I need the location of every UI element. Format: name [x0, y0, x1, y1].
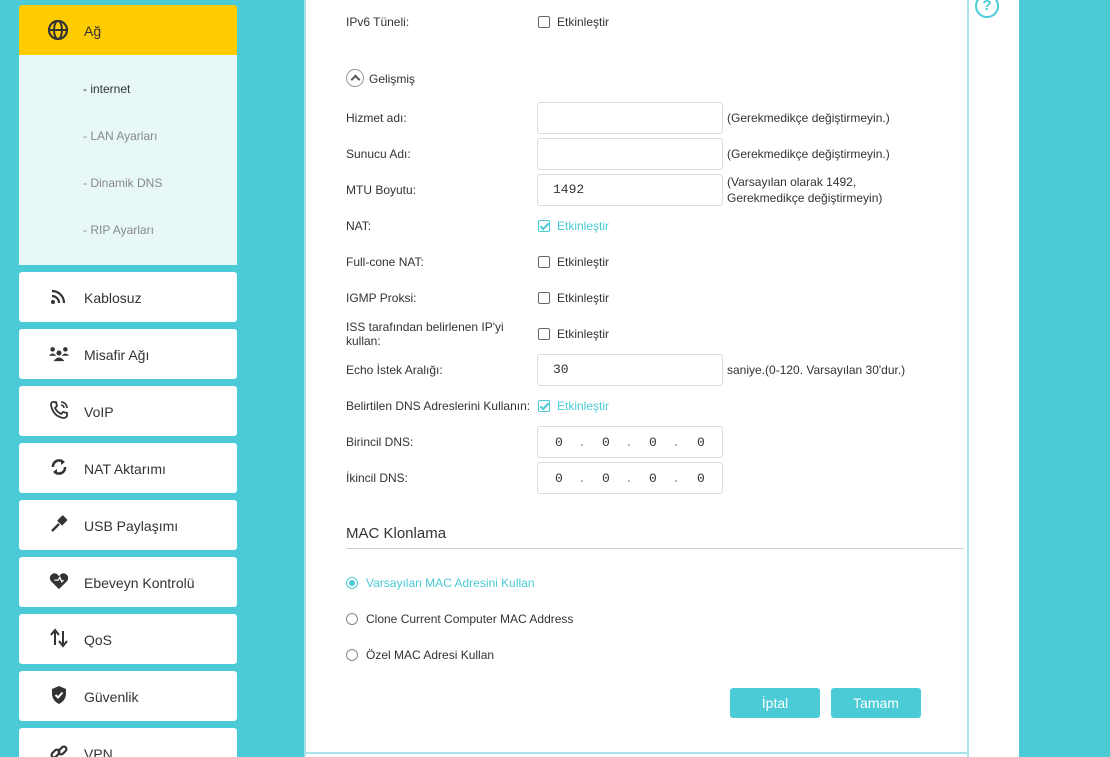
ipv6-tunnel-checkbox[interactable] [538, 16, 550, 28]
mac-clone-title: MAC Klonlama [346, 525, 447, 542]
service-name-hint: (Gerekmedikçe değiştirmeyin.) [727, 111, 890, 125]
link-icon [50, 745, 68, 757]
ipv6-tunnel-option[interactable]: Etkinleştir [557, 15, 609, 29]
mtu-hint-line1: (Varsayılan olarak 1492, [727, 175, 857, 189]
ip-octet[interactable]: 0 [602, 471, 610, 486]
sidebar-item-label: Kablosuz [84, 290, 142, 306]
mtu-hint-line2: Gerekmedikçe değiştirmeyin) [727, 191, 883, 205]
mac-clone-computer-radio[interactable] [346, 613, 358, 625]
panel-divider [304, 752, 969, 754]
sidebar-item-wireless[interactable]: Kablosuz [19, 272, 237, 322]
sidebar-item-usb[interactable]: USB Paylaşımı [19, 500, 237, 550]
use-dns-label: Belirtilen DNS Adreslerini Kullanın: [346, 399, 531, 413]
use-dns-option[interactable]: Etkinleştir [557, 399, 609, 413]
use-dns-checkbox[interactable] [538, 400, 550, 412]
service-name-label: Hizmet adı: [346, 111, 407, 125]
ip-octet[interactable]: 0 [649, 471, 657, 486]
sidebar-item-label: Misafir Ağı [84, 347, 150, 363]
sidebar-item-guest-network[interactable]: Misafir Ağı [19, 329, 237, 379]
nat-label: NAT: [346, 219, 372, 233]
igmp-proxy-checkbox[interactable] [538, 292, 550, 304]
sidebar-item-qos[interactable]: QoS [19, 614, 237, 664]
sidebar-item-network[interactable]: Ağ [19, 5, 237, 55]
sidebar-item-label: VPN [84, 746, 113, 757]
secondary-dns-input[interactable]: 0 . 0 . 0 . 0 [537, 462, 723, 494]
secondary-dns-label: İkincil DNS: [346, 471, 409, 485]
echo-interval-label: Echo İstek Aralığı: [346, 363, 443, 377]
ip-dot: . [672, 435, 680, 450]
sidebar-item-nat-forwarding[interactable]: NAT Aktarımı [19, 443, 237, 493]
shield-icon [52, 686, 66, 704]
mac-clone-computer-label[interactable]: Clone Current Computer MAC Address [366, 612, 573, 626]
server-name-hint: (Gerekmedikçe değiştirmeyin.) [727, 147, 890, 161]
ip-dot: . [578, 435, 586, 450]
ip-octet[interactable]: 0 [649, 435, 657, 450]
igmp-proxy-option[interactable]: Etkinleştir [557, 291, 609, 305]
network-submenu: - internet - LAN Ayarları - Dinamik DNS … [19, 55, 237, 265]
sidebar-item-label: Ağ [84, 23, 102, 39]
echo-interval-hint: saniye.(0-120. Varsayılan 30'dur.) [727, 363, 906, 377]
igmp-proxy-label: IGMP Proksi: [346, 291, 417, 305]
ip-octet[interactable]: 0 [697, 435, 705, 450]
server-name-input[interactable] [537, 138, 723, 170]
mac-custom-radio[interactable] [346, 649, 358, 661]
echo-interval-input[interactable]: 30 [537, 354, 723, 386]
sidebar-item-label: NAT Aktarımı [84, 461, 166, 477]
full-cone-nat-option[interactable]: Etkinleştir [557, 255, 609, 269]
phone-icon [50, 401, 68, 419]
guest-network-icon [49, 347, 69, 362]
ip-dot: . [672, 471, 680, 486]
globe-icon [47, 19, 69, 41]
sidebar-item-label: Ebeveyn Kontrolü [84, 575, 195, 591]
ip-dot: . [625, 471, 633, 486]
sidebar-item-vpn[interactable]: VPN [19, 728, 237, 757]
submenu-item-internet[interactable]: - internet [83, 82, 130, 96]
mac-default-radio[interactable] [346, 577, 358, 589]
full-cone-nat-checkbox[interactable] [538, 256, 550, 268]
isp-ip-label-line1: ISS tarafından belirlenen IP'yi [346, 320, 504, 334]
sidebar-item-label: Güvenlik [84, 689, 139, 705]
mac-default-label[interactable]: Varsayılan MAC Adresini Kullan [366, 576, 535, 590]
submenu-item-lan[interactable]: - LAN Ayarları [83, 129, 157, 143]
server-name-label: Sunucu Adı: [346, 147, 411, 161]
mtu-label: MTU Boyutu: [346, 183, 417, 197]
heart-icon [49, 573, 69, 590]
ip-octet[interactable]: 0 [697, 471, 705, 486]
section-divider [346, 548, 964, 549]
primary-dns-label: Birincil DNS: [346, 435, 414, 449]
help-column [969, 0, 1019, 757]
submenu-item-rip[interactable]: - RIP Ayarları [83, 223, 154, 237]
isp-ip-option[interactable]: Etkinleştir [557, 327, 609, 341]
ip-octet[interactable]: 0 [602, 435, 610, 450]
qos-arrows-icon [50, 628, 68, 648]
service-name-input[interactable] [537, 102, 723, 134]
nat-checkbox[interactable] [538, 220, 550, 232]
nat-option[interactable]: Etkinleştir [557, 219, 609, 233]
ip-dot: . [578, 471, 586, 486]
full-cone-nat-label: Full-cone NAT: [346, 255, 424, 269]
ok-button[interactable]: Tamam [831, 688, 921, 718]
usb-icon [51, 515, 68, 532]
isp-ip-checkbox[interactable] [538, 328, 550, 340]
sidebar-item-label: VoIP [84, 404, 114, 420]
sidebar-item-voip[interactable]: VoIP [19, 386, 237, 436]
collapse-up-icon[interactable] [346, 69, 364, 87]
ip-dot: . [625, 435, 633, 450]
sidebar-item-security[interactable]: Güvenlik [19, 671, 237, 721]
sidebar-item-label: USB Paylaşımı [84, 518, 179, 534]
mtu-input[interactable]: 1492 [537, 174, 723, 206]
submenu-item-ddns[interactable]: - Dinamik DNS [83, 176, 162, 190]
sidebar-item-parental-controls[interactable]: Ebeveyn Kontrolü [19, 557, 237, 607]
ipv6-tunnel-label: IPv6 Tüneli: [346, 15, 410, 29]
mac-custom-label[interactable]: Özel MAC Adresi Kullan [366, 648, 494, 662]
nat-forwarding-icon [51, 459, 67, 475]
sidebar-item-label: QoS [84, 632, 113, 648]
cancel-button[interactable]: İptal [730, 688, 820, 718]
ip-octet[interactable]: 0 [555, 435, 563, 450]
isp-ip-label-line2: kullan: [346, 334, 381, 348]
advanced-toggle[interactable]: Gelişmiş [369, 72, 415, 86]
primary-dns-input[interactable]: 0 . 0 . 0 . 0 [537, 426, 723, 458]
ip-octet[interactable]: 0 [555, 471, 563, 486]
wireless-icon [51, 289, 66, 304]
